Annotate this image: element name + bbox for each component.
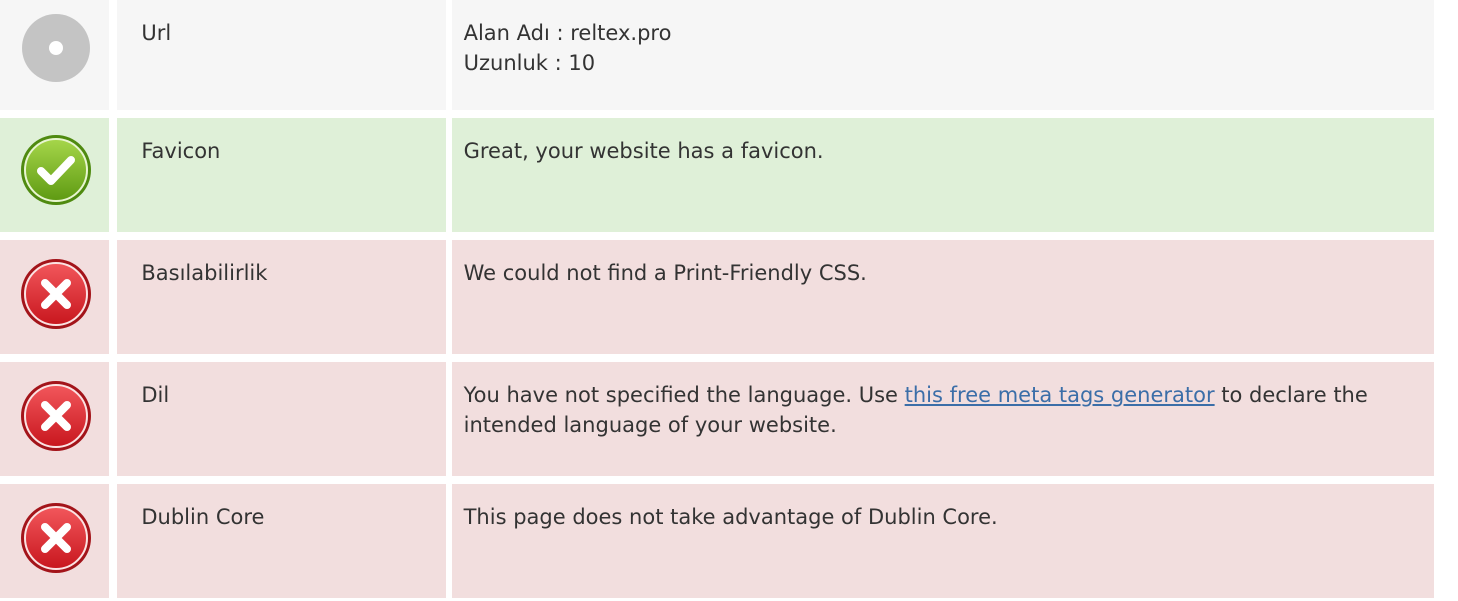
domain-name-text: Alan Adı : reltex.pro xyxy=(463,21,672,45)
status-cell xyxy=(0,118,110,232)
report-row-url: Url Alan Adı : reltex.pro Uzunluk : 10 xyxy=(0,0,1434,110)
report-row-favicon: Favicon Great, your website has a favico… xyxy=(0,118,1434,232)
status-cell xyxy=(0,484,110,598)
error-x-icon xyxy=(21,259,91,329)
neutral-dot-icon xyxy=(22,14,90,82)
report-row-language: Dil You have not specified the language.… xyxy=(0,362,1434,476)
error-x-icon xyxy=(21,503,91,573)
row-value: Great, your website has a favicon. xyxy=(451,118,1434,232)
length-text: Uzunluk : 10 xyxy=(463,51,596,75)
row-value: Alan Adı : reltex.pro Uzunluk : 10 xyxy=(451,0,1434,110)
status-cell xyxy=(0,240,110,354)
row-value: We could not find a Print-Friendly CSS. xyxy=(451,240,1434,354)
row-label: Basılabilirlik xyxy=(117,240,446,354)
checkmark-icon xyxy=(21,135,91,205)
row-label: Url xyxy=(117,0,446,110)
status-cell xyxy=(0,0,110,110)
row-label: Favicon xyxy=(117,118,446,232)
seo-report: Url Alan Adı : reltex.pro Uzunluk : 10 F… xyxy=(0,0,1458,601)
row-label: Dublin Core xyxy=(117,484,446,598)
error-x-icon xyxy=(21,381,91,451)
row-value: This page does not take advantage of Dub… xyxy=(451,484,1434,598)
row-label: Dil xyxy=(117,362,446,476)
row-value: You have not specified the language. Use… xyxy=(451,362,1434,476)
language-text-before: You have not specified the language. Use xyxy=(463,383,905,407)
report-row-dublin-core: Dublin Core This page does not take adva… xyxy=(0,484,1434,598)
status-cell xyxy=(0,362,110,476)
meta-tags-generator-link[interactable]: this free meta tags generator xyxy=(905,383,1215,407)
report-row-printability: Basılabilirlik We could not find a Print… xyxy=(0,240,1434,354)
